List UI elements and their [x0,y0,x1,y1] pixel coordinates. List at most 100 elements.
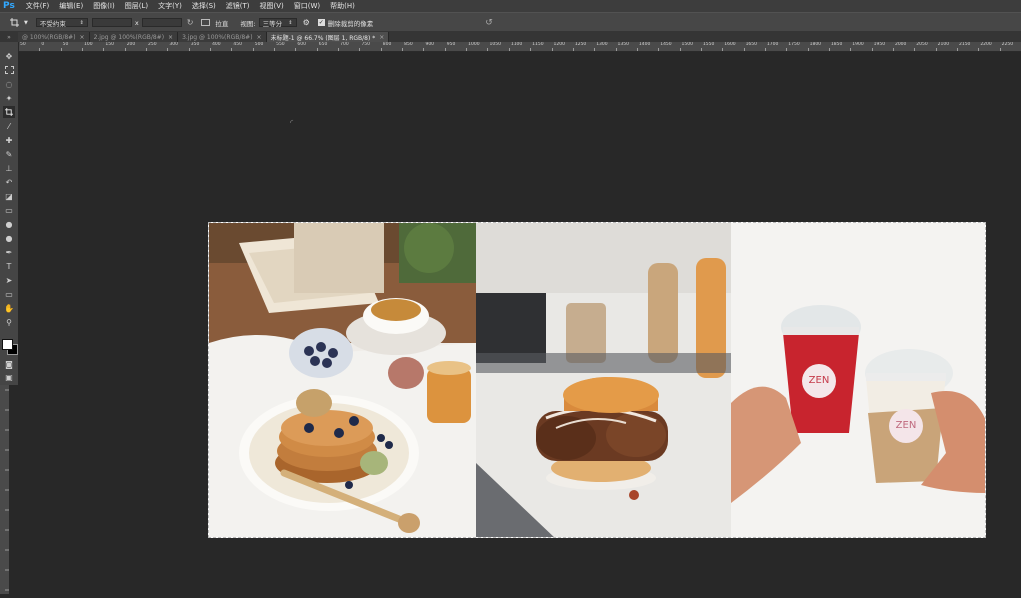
ruler-label: 1950 [873,42,886,47]
quick-mask-icon[interactable]: ◙ [3,358,15,370]
lasso-tool-icon[interactable]: ◌ [3,78,15,90]
ratio-select-value: 不受约束 [39,19,66,28]
ruler-label: 2250 [1001,42,1014,47]
ruler-tick [850,48,852,51]
ruler-tick [39,48,41,51]
screen-mode-icon[interactable]: ▣ [3,371,15,383]
crop-tool-preset-icon[interactable] [10,18,24,27]
ruler-tick [914,48,916,51]
ruler-tick [231,48,233,51]
delete-cropped-checkbox[interactable]: ✓ [317,19,325,26]
tab-document-active[interactable]: 未标题-1 @ 66.7% (图层 1, RGB/8) * × [266,32,390,42]
ruler-tick [466,48,468,51]
ruler-label: 1550 [702,42,715,47]
gradient-tool-icon[interactable]: ▭ [3,204,15,216]
menu-layer[interactable]: 图层(L) [120,1,153,11]
menu-select[interactable]: 选择(S) [187,1,221,11]
photoshop-logo: Ps [3,1,15,11]
path-selection-tool-icon[interactable]: ➤ [3,274,15,286]
document-tabs: » @ 100%(RGB/8#) × 2.jpg @ 100%(RGB/8#) × … [0,31,1021,42]
tab-label: @ 100%(RGB/8#) [22,33,76,41]
ruler-tick [764,48,766,51]
menu-file[interactable]: 文件(F) [21,1,55,11]
tab-document-2[interactable]: 2.jpg @ 100%(RGB/8#) × [89,32,179,42]
hand-tool-icon[interactable]: ✋ [3,302,15,314]
menu-filter[interactable]: 滤镜(T) [221,1,255,11]
menu-image[interactable]: 图像(I) [88,1,120,11]
ruler-label: 1350 [617,42,629,47]
panel-collapse-icon[interactable]: » [0,32,18,42]
busy-cursor-icon: ◜ [290,118,294,127]
type-tool-icon[interactable]: T [3,260,15,272]
ruler-label: 1900 [852,42,864,47]
drinks-photo: ZEN ZEN [731,223,985,537]
ruler-label: 1300 [596,42,608,47]
dodge-tool-icon[interactable]: ● [3,232,15,244]
tab-document-3[interactable]: 3.jpg @ 100%(RGB/8#) × [178,32,267,42]
ruler-label: 1800 [809,42,822,47]
rectangle-tool-icon[interactable]: ▭ [3,288,15,300]
ruler-label: 800 [382,42,392,47]
ruler-label: 600 [297,42,307,47]
ruler-label: 200 [126,42,136,47]
ruler-tick [551,48,553,51]
pen-tool-icon[interactable]: ✒ [3,246,15,258]
menu-help[interactable]: 帮助(H) [325,1,360,11]
brush-tool-icon[interactable]: ✎ [3,148,15,160]
menu-window[interactable]: 窗口(W) [289,1,325,11]
eyedropper-tool-icon[interactable]: ⁄ [3,120,15,132]
close-icon[interactable]: × [379,34,384,41]
swap-icon[interactable]: ↻ [187,18,194,27]
close-icon[interactable]: × [257,34,262,41]
ruler-label: 0 [41,42,45,47]
ruler-tick [402,48,404,51]
clear-button[interactable] [201,19,211,26]
close-icon[interactable]: × [168,34,173,41]
ruler-tick [146,48,148,51]
healing-brush-tool-icon[interactable]: ✚ [3,134,15,146]
move-tool-icon[interactable]: ✥ [3,50,15,62]
width-field[interactable] [91,18,132,27]
gear-icon[interactable]: ⚙ [303,18,310,27]
overlay-view-select[interactable]: 三等分 ⇕ [258,18,297,28]
marquee-tool-icon[interactable] [3,64,15,76]
history-brush-tool-icon[interactable]: ↶ [3,176,15,188]
ratio-select[interactable]: 不受约束 ⇕ [35,18,88,28]
clone-stamp-tool-icon[interactable]: ⊥ [3,162,15,174]
straighten-button[interactable]: 拉直 [215,18,228,28]
tab-document-1[interactable]: @ 100%(RGB/8#) × [18,32,90,42]
menu-view[interactable]: 视图(V) [255,1,289,11]
ruler-tick [956,48,958,51]
options-bar: ▼ 不受约束 ⇕ x ↻ 拉直 视图: 三等分 ⇕ ⚙ ✓ 删除裁剪的像素 ↺ [0,12,1021,33]
menu-type[interactable]: 文字(Y) [153,1,187,11]
document-canvas[interactable]: ZEN ZEN [208,222,986,538]
horizontal-ruler[interactable]: 50 0 50 100 150 200 250 300 350 400 450 500 550 600 65… [18,42,1021,52]
view-label: 视图: [240,19,256,28]
zoom-tool-icon[interactable]: ⚲ [3,316,15,328]
ruler-tick [530,48,532,51]
ruler-tick [508,48,510,51]
ruler-tick [210,48,212,51]
chevron-down-icon[interactable]: ▼ [24,20,28,26]
cup-logo-red: ZEN [809,375,830,386]
ruler-label: 1250 [574,42,587,47]
ruler-label: 2050 [916,42,928,47]
foreground-color-swatch[interactable] [2,339,13,350]
ruler-tick [722,48,724,51]
ruler-tick [871,48,873,51]
reset-icon[interactable]: ↺ [485,18,493,28]
crop-tool-icon[interactable] [3,106,15,118]
blur-tool-icon[interactable]: ● [3,218,15,230]
ruler-label: 1750 [788,42,800,47]
vertical-ruler[interactable] [0,385,9,594]
ruler-tick [124,48,126,51]
ruler-label: 1200 [553,42,565,47]
clear-icon [201,19,211,26]
close-icon[interactable]: × [80,34,85,41]
eraser-tool-icon[interactable]: ◪ [3,190,15,202]
height-field[interactable] [141,18,182,27]
menu-edit[interactable]: 编辑(E) [54,1,88,11]
magic-wand-tool-icon[interactable]: ✦ [3,92,15,104]
ruler-label: 2100 [937,42,950,47]
ruler-tick [658,48,660,51]
